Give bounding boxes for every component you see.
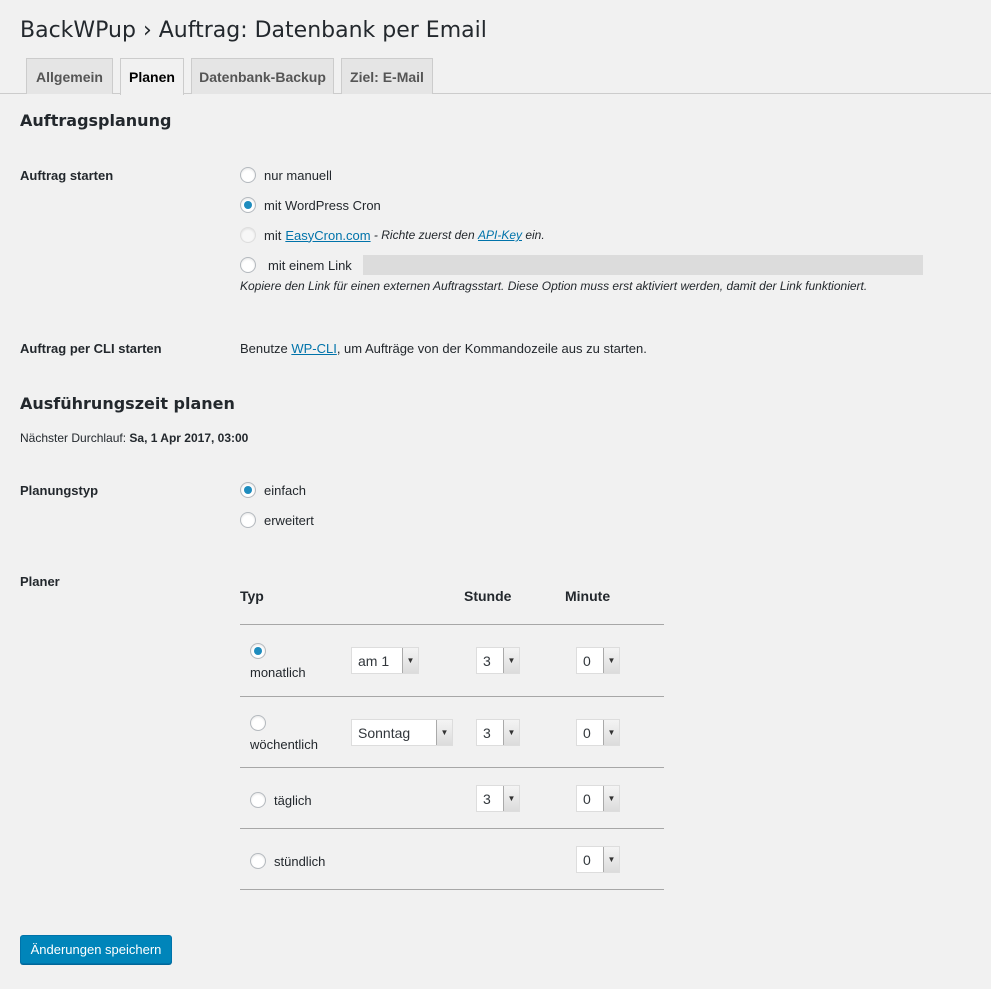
daily-label: täglich	[274, 793, 312, 808]
divider	[240, 889, 664, 890]
option-type-simple[interactable]: einfach	[240, 482, 306, 498]
scheduler-label: Planer	[20, 574, 60, 589]
divider	[240, 828, 664, 829]
type-advanced-label: erweitert	[264, 512, 314, 528]
monthly-hour-value: 3	[483, 652, 491, 669]
monthly-minute-value: 0	[583, 652, 591, 669]
radio-type-advanced[interactable]	[240, 512, 256, 528]
radio-link[interactable]	[240, 257, 256, 273]
daily-hour-select[interactable]: 3 ▼	[476, 785, 520, 812]
weekly-hour-select[interactable]: 3 ▼	[476, 719, 520, 746]
chevron-down-icon: ▼	[503, 786, 519, 811]
chevron-down-icon: ▼	[603, 847, 619, 872]
tab-planen[interactable]: Planen	[120, 58, 184, 95]
chevron-down-icon: ▼	[503, 648, 519, 673]
schedule-type-label: Planungstyp	[20, 483, 99, 498]
daily-minute-select[interactable]: 0 ▼	[576, 785, 620, 812]
option-manual[interactable]: nur manuell	[240, 167, 332, 183]
save-button[interactable]: Änderungen speichern	[20, 935, 172, 964]
hourly-label: stündlich	[274, 854, 326, 869]
wp-cli-link[interactable]: WP-CLI	[291, 341, 337, 356]
radio-manual[interactable]	[240, 167, 256, 183]
next-run-value: Sa, 1 Apr 2017, 03:00	[129, 431, 249, 445]
radio-monthly[interactable]	[250, 643, 266, 659]
chevron-down-icon: ▼	[503, 720, 519, 745]
monthly-day-value: am 1	[358, 652, 390, 669]
weekly-minute-select[interactable]: 0 ▼	[576, 719, 620, 746]
monthly-minute-select[interactable]: 0 ▼	[576, 647, 620, 674]
cli-text-post: , um Aufträge von der Kommandozeile aus …	[336, 341, 647, 356]
weekly-label: wöchentlich	[250, 737, 318, 752]
cli-text-pre: Benutze	[240, 341, 292, 356]
weekly-day-value: Sonntag	[358, 724, 411, 741]
hourly-minute-select[interactable]: 0 ▼	[576, 846, 620, 873]
start-label: Auftrag starten	[20, 168, 114, 183]
divider	[240, 624, 664, 625]
option-easycron: mit EasyCron.com - Richte zuerst den API…	[240, 227, 545, 243]
daily-hour-value: 3	[483, 790, 491, 807]
tab-allgemein[interactable]: Allgemein	[26, 58, 113, 94]
next-run: Nächster Durchlauf: Sa, 1 Apr 2017, 03:0…	[20, 431, 248, 445]
monthly-hour-select[interactable]: 3 ▼	[476, 647, 520, 674]
chevron-down-icon: ▼	[436, 720, 452, 745]
col-header-hour: Stunde	[464, 588, 512, 604]
daily-minute-value: 0	[583, 790, 591, 807]
radio-wpcron[interactable]	[240, 197, 256, 213]
type-simple-label: einfach	[264, 482, 306, 498]
chevron-down-icon: ▼	[603, 648, 619, 673]
option-wpcron-label: mit WordPress Cron	[264, 197, 381, 213]
tab-bar: Allgemein Planen Datenbank-Backup Ziel: …	[0, 58, 991, 95]
option-wpcron[interactable]: mit WordPress Cron	[240, 197, 381, 213]
option-manual-label: nur manuell	[264, 167, 332, 183]
section-heading-execution: Ausführungszeit planen	[20, 394, 235, 413]
tab-ziel-email[interactable]: Ziel: E-Mail	[341, 58, 433, 94]
monthly-day-select[interactable]: am 1 ▼	[351, 647, 419, 674]
radio-daily[interactable]	[250, 792, 266, 808]
page-title: BackWPup › Auftrag: Datenbank per Email	[20, 18, 487, 43]
divider	[240, 767, 664, 768]
weekly-minute-value: 0	[583, 724, 591, 741]
option-easycron-prefix: mit	[264, 227, 282, 243]
cli-label: Auftrag per CLI starten	[20, 341, 162, 356]
link-hint: Kopiere den Link für einen externen Auft…	[240, 279, 868, 293]
easycron-note-post: ein.	[522, 228, 545, 242]
radio-easycron[interactable]	[240, 227, 256, 243]
next-run-label: Nächster Durchlauf:	[20, 431, 127, 445]
col-header-type: Typ	[240, 588, 264, 604]
chevron-down-icon: ▼	[603, 786, 619, 811]
easycron-link[interactable]: EasyCron.com	[285, 228, 370, 243]
chevron-down-icon: ▼	[603, 720, 619, 745]
option-link-label: mit einem Link	[268, 257, 352, 273]
api-key-link[interactable]: API-Key	[478, 228, 522, 242]
chevron-down-icon: ▼	[402, 648, 418, 673]
hourly-minute-value: 0	[583, 851, 591, 868]
section-heading-planning: Auftragsplanung	[20, 111, 172, 130]
cli-description: Benutze WP-CLI, um Aufträge von der Komm…	[240, 341, 647, 356]
option-type-advanced[interactable]: erweitert	[240, 512, 314, 528]
divider	[240, 696, 664, 697]
weekly-hour-value: 3	[483, 724, 491, 741]
option-link[interactable]: mit einem Link	[240, 257, 352, 273]
radio-weekly[interactable]	[250, 715, 266, 731]
easycron-note-pre: - Richte zuerst den	[370, 228, 478, 242]
start-link-field[interactable]	[363, 255, 923, 275]
radio-type-simple[interactable]	[240, 482, 256, 498]
tab-datenbank-backup[interactable]: Datenbank-Backup	[191, 58, 334, 94]
radio-hourly[interactable]	[250, 853, 266, 869]
monthly-label: monatlich	[250, 665, 306, 680]
col-header-minute: Minute	[565, 588, 611, 604]
weekly-day-select[interactable]: Sonntag ▼	[351, 719, 453, 746]
